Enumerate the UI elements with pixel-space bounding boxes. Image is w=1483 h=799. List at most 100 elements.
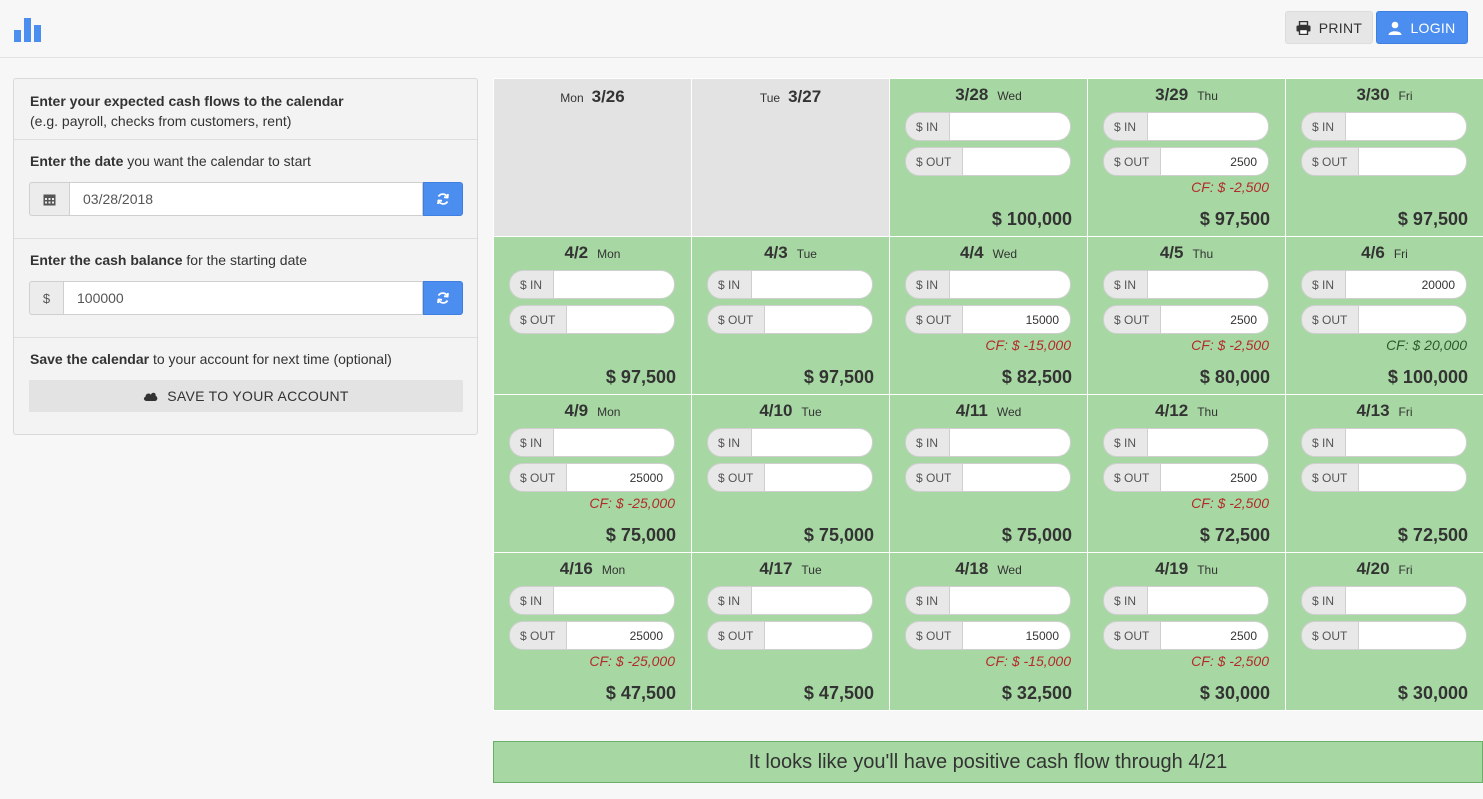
cash-in-input[interactable] (554, 586, 675, 615)
day-of-week: Thu (1197, 405, 1218, 419)
cash-in-input[interactable] (950, 586, 1071, 615)
day-header: 4/11 Wed (890, 401, 1087, 421)
cash-out-input[interactable]: 25000 (567, 463, 675, 492)
cash-in-input[interactable] (1346, 112, 1467, 141)
cash-out-label: $ OUT (905, 147, 963, 176)
cash-in-input[interactable] (752, 270, 873, 299)
cash-out-input[interactable] (765, 305, 873, 334)
cash-out-group: $ OUT (1301, 463, 1467, 492)
cash-out-input[interactable] (963, 147, 1071, 176)
cash-in-label: $ IN (905, 428, 950, 457)
cash-out-input[interactable] (1359, 463, 1467, 492)
calendar-day-cell: 4/20 Fri $ IN $ OUT $ 30,000 (1286, 553, 1483, 710)
cash-out-input[interactable] (1359, 621, 1467, 650)
calendar-day-cell: 4/2 Mon $ IN $ OUT $ 97,500 (494, 237, 691, 394)
cloud-icon (144, 392, 158, 401)
day-header: 4/6 Fri (1286, 243, 1483, 263)
cash-in-input[interactable] (1346, 586, 1467, 615)
cash-out-group: $ OUT 25000 (509, 621, 675, 650)
cash-in-group: $ IN (1301, 586, 1467, 615)
day-date: 4/18 (955, 559, 989, 578)
cash-out-group: $ OUT (1301, 621, 1467, 650)
calendar-day-cell: Mon 3/26 (494, 79, 691, 236)
day-date: 4/13 (1356, 401, 1390, 420)
cash-out-input[interactable]: 2500 (1161, 305, 1269, 334)
cash-out-input[interactable] (765, 463, 873, 492)
cash-out-group: $ OUT (707, 621, 873, 650)
cash-in-group: $ IN (905, 428, 1071, 457)
start-date-input[interactable]: 03/28/2018 (69, 182, 423, 216)
cash-in-input[interactable] (1346, 428, 1467, 457)
cash-in-input[interactable] (1148, 428, 1269, 457)
cash-in-input[interactable] (1148, 112, 1269, 141)
cash-in-label: $ IN (1103, 586, 1148, 615)
cash-out-label: $ OUT (509, 305, 567, 334)
cash-out-input[interactable]: 2500 (1161, 621, 1269, 650)
day-date: 4/5 (1159, 243, 1184, 262)
calendar-day-cell: 4/5 Thu $ IN $ OUT 2500 CF: $ -2,500 $ 80,000 (1088, 237, 1285, 394)
cash-out-label: $ OUT (1301, 305, 1359, 334)
cash-out-label: $ OUT (1103, 621, 1161, 650)
calendar-day-cell: 4/16 Mon $ IN $ OUT 25000 CF: $ -25,000 $ 47,5… (494, 553, 691, 710)
cash-in-input[interactable]: 20000 (1346, 270, 1467, 299)
refresh-date-button[interactable] (423, 182, 463, 216)
cash-out-label: $ OUT (509, 463, 567, 492)
day-of-week: Fri (1393, 247, 1408, 261)
cash-out-input[interactable]: 2500 (1161, 147, 1269, 176)
cash-out-input[interactable] (1359, 147, 1467, 176)
cash-out-input[interactable]: 25000 (567, 621, 675, 650)
cash-in-input[interactable] (554, 270, 675, 299)
cash-in-input[interactable] (1148, 586, 1269, 615)
cash-out-input[interactable] (765, 621, 873, 650)
day-date: 4/3 (764, 243, 788, 262)
cash-flow-note: CF: $ -2,500 (1191, 495, 1269, 511)
cash-in-label: $ IN (509, 270, 554, 299)
cash-out-input[interactable] (567, 305, 675, 334)
day-of-week: Mon (597, 405, 621, 419)
cash-in-label: $ IN (509, 586, 554, 615)
cash-in-group: $ IN (905, 270, 1071, 299)
cash-out-input[interactable]: 15000 (963, 621, 1071, 650)
cash-in-input[interactable] (554, 428, 675, 457)
cash-in-label: $ IN (1301, 112, 1346, 141)
cash-in-input[interactable] (752, 586, 873, 615)
calendar-day-cell: 4/18 Wed $ IN $ OUT 15000 CF: $ -15,000 $ 32,5… (890, 553, 1087, 710)
day-header: 3/30 Fri (1286, 85, 1483, 105)
start-balance-input[interactable]: 100000 (63, 281, 423, 315)
cash-in-label: $ IN (1301, 428, 1346, 457)
cash-in-label: $ IN (1103, 270, 1148, 299)
cash-out-label: $ OUT (1301, 147, 1359, 176)
cash-out-input[interactable]: 15000 (963, 305, 1071, 334)
calendar-day-cell: 3/29 Thu $ IN $ OUT 2500 CF: $ -2,500 $ 97,500 (1088, 79, 1285, 236)
cash-in-label: $ IN (1103, 428, 1148, 457)
cash-in-input[interactable] (752, 428, 873, 457)
day-of-week: Wed (997, 89, 1022, 103)
day-of-week: Mon (560, 91, 584, 105)
cash-in-input[interactable] (950, 112, 1071, 141)
cash-out-group: $ OUT (707, 463, 873, 492)
cash-in-input[interactable] (950, 428, 1071, 457)
intro-section: Enter your expected cash flows to the ca… (14, 79, 477, 140)
save-label: Save the calendar to your account for ne… (30, 351, 392, 367)
cash-in-input[interactable] (950, 270, 1071, 299)
day-of-week: Tue (759, 91, 781, 105)
cash-out-input[interactable]: 2500 (1161, 463, 1269, 492)
day-header: 4/3 Tue (692, 243, 889, 263)
cash-in-input[interactable] (1148, 270, 1269, 299)
day-balance: $ 32,500 (1001, 683, 1072, 703)
cash-out-input[interactable] (963, 463, 1071, 492)
day-date: 3/27 (788, 87, 822, 106)
cash-out-group: $ OUT 15000 (905, 621, 1071, 650)
bar-chart-icon[interactable] (14, 16, 42, 42)
cash-out-group: $ OUT 2500 (1103, 305, 1269, 334)
cash-in-group: $ IN (1301, 428, 1467, 457)
login-button[interactable]: LOGIN (1376, 11, 1468, 44)
cash-in-group: $ IN (905, 586, 1071, 615)
refresh-balance-button[interactable] (423, 281, 463, 315)
cash-out-input[interactable] (1359, 305, 1467, 334)
save-to-account-button[interactable]: SAVE TO YOUR ACCOUNT (29, 380, 463, 412)
day-header: 4/20 Fri (1286, 559, 1483, 579)
cash-flow-note: CF: $ 20,000 (1386, 337, 1467, 353)
print-button[interactable]: PRINT (1285, 11, 1373, 44)
cash-out-group: $ OUT 2500 (1103, 621, 1269, 650)
